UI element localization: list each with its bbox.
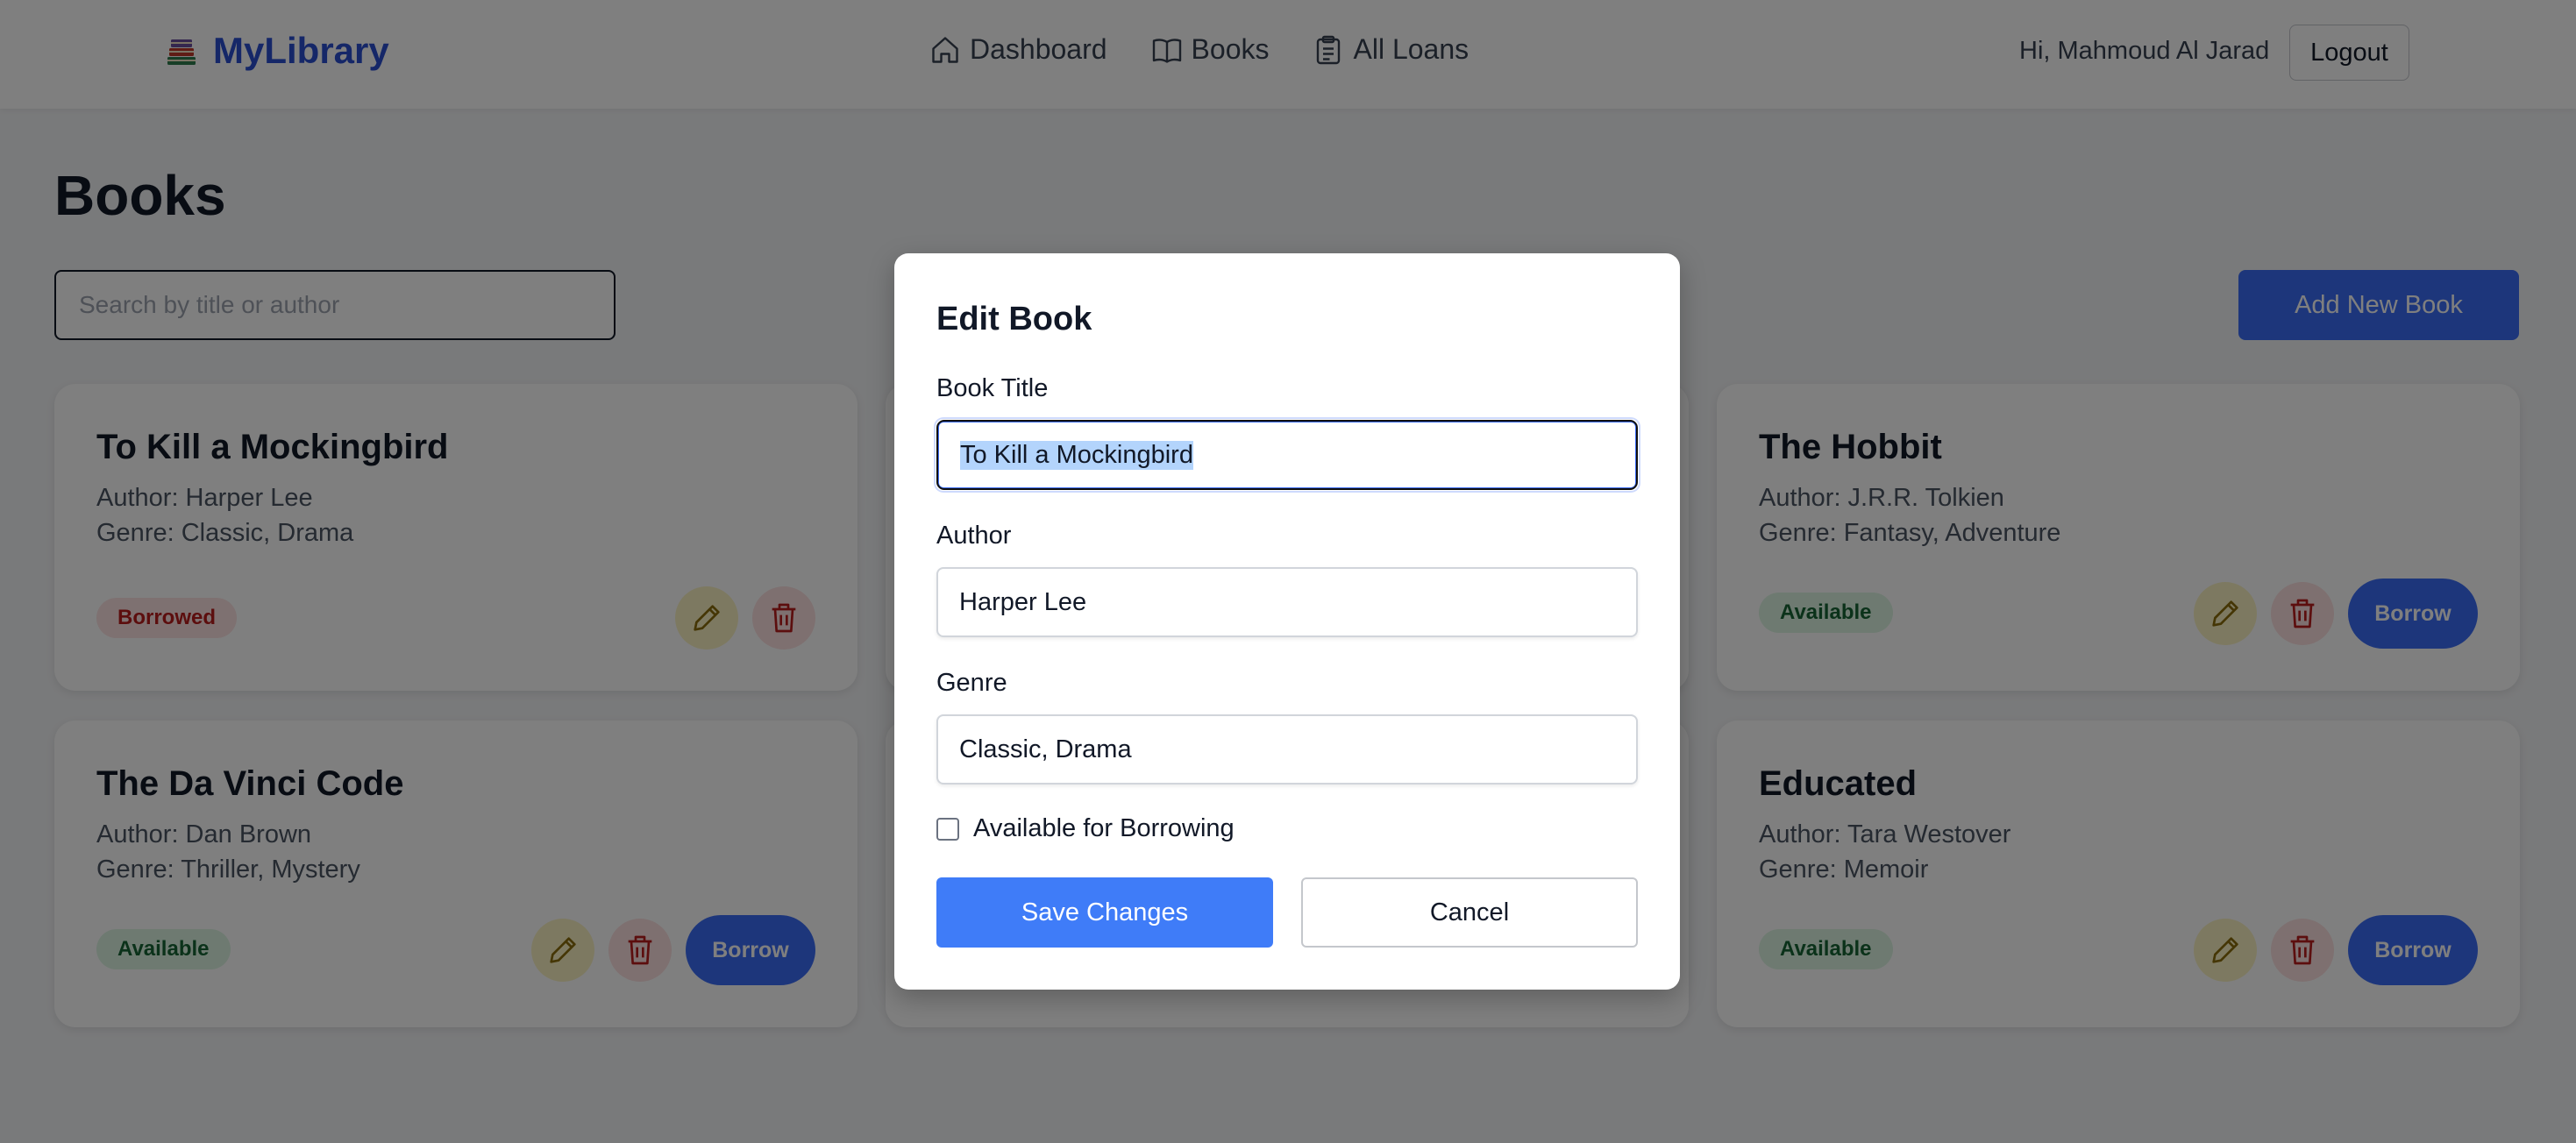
save-changes-button[interactable]: Save Changes	[936, 877, 1273, 948]
available-checkbox[interactable]	[936, 817, 959, 841]
cancel-button[interactable]: Cancel	[1301, 877, 1638, 948]
edit-book-modal: Edit Book Book Title Author Genre Availa…	[894, 253, 1680, 990]
available-checkbox-row[interactable]: Available for Borrowing	[936, 814, 1235, 843]
available-checkbox-label: Available for Borrowing	[973, 814, 1235, 842]
genre-input[interactable]	[936, 714, 1638, 784]
author-input[interactable]	[936, 567, 1638, 637]
author-label: Author	[936, 522, 1012, 550]
modal-title: Edit Book	[936, 301, 1092, 337]
book-title-input[interactable]	[936, 419, 1639, 491]
book-title-label: Book Title	[936, 374, 1049, 402]
genre-label: Genre	[936, 669, 1007, 697]
